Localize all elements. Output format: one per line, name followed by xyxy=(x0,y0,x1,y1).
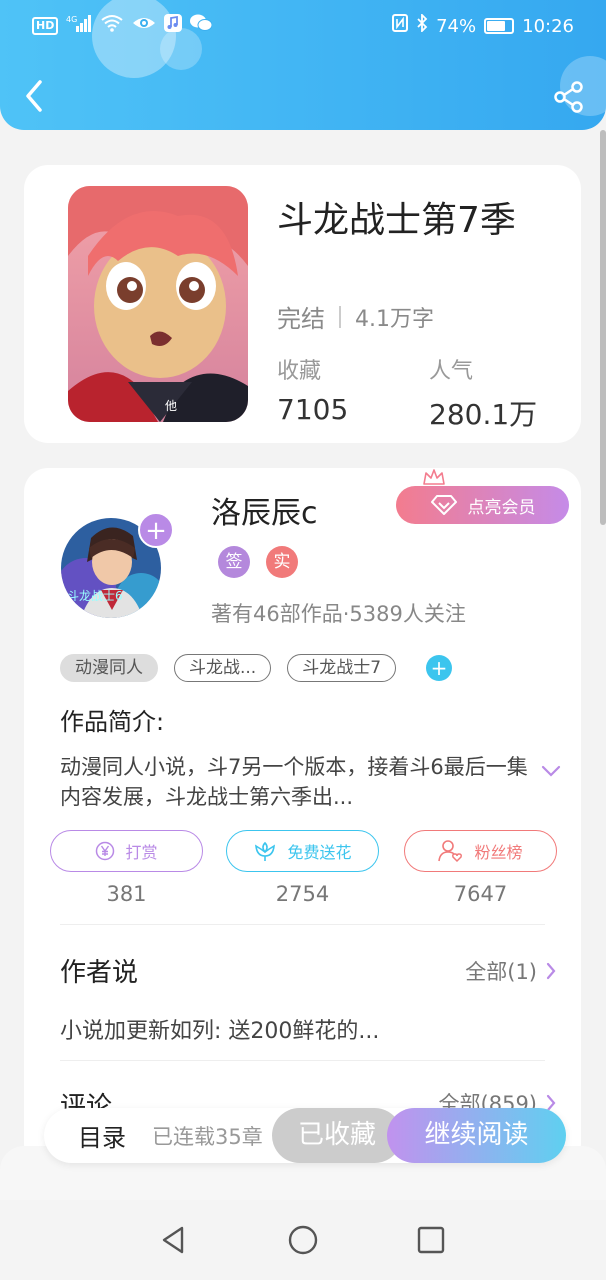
author-say-all-label: 全部(1) xyxy=(465,960,537,984)
reward-button[interactable]: 打赏 xyxy=(50,830,203,872)
signal-icon: 4G xyxy=(66,14,92,38)
share-icon xyxy=(554,81,583,113)
collected-button[interactable]: 已收藏 xyxy=(272,1108,402,1163)
word-count: 4.1万字 xyxy=(355,306,434,332)
author-say-all-link[interactable]: 全部(1) xyxy=(465,956,557,986)
tag-list: 动漫同人 斗龙战... 斗龙战士7 + xyxy=(60,654,453,682)
battery-percent: 74% xyxy=(436,15,477,37)
intro-text: 动漫同人小说，斗7另一个版本，接着斗6最后一集内容发展，斗龙战士第六季出... xyxy=(60,755,528,809)
signed-badge: 签 xyxy=(218,546,250,578)
book-meta: 完结 4.1万字 xyxy=(277,299,434,334)
fan-ranking-label: 粉丝榜 xyxy=(474,843,523,862)
continue-reading-button[interactable]: 继续阅读 xyxy=(387,1108,566,1163)
book-title: 斗龙战士第7季 xyxy=(277,200,516,241)
yen-coin-icon xyxy=(96,841,115,861)
stat-value-collect: 7105 xyxy=(277,393,349,426)
fan-count: 7647 xyxy=(453,882,508,906)
network-label: 4G xyxy=(66,15,77,24)
intro-heading: 作品简介: xyxy=(60,708,165,736)
vip-button[interactable]: 点亮会员 xyxy=(396,486,569,524)
nav-back-button[interactable] xyxy=(156,1222,192,1258)
book-status: 完结 xyxy=(277,305,325,333)
avatar-caption: 斗龙战士6 xyxy=(67,589,123,603)
chevron-right-icon xyxy=(546,962,556,980)
music-icon xyxy=(164,14,183,38)
hd-icon: HD xyxy=(32,17,59,35)
send-flower-button[interactable]: 免费送花 xyxy=(226,830,379,872)
battery-level xyxy=(487,21,505,31)
clock: 10:26 xyxy=(522,15,574,37)
top-header: HD 4G 74% 10:26 xyxy=(0,0,606,130)
diamond-icon xyxy=(430,495,457,515)
fan-ranking-button[interactable]: 粉丝榜 xyxy=(404,830,557,872)
tag-item[interactable]: 动漫同人 xyxy=(60,654,158,682)
reading-action-bar: 目录 已连载35章 已收藏 继续阅读 xyxy=(44,1108,566,1163)
author-card: 斗龙战士6 + 洛辰辰c 点亮会员 签 实 著有46部作品·5389人关注 动漫… xyxy=(24,468,581,1168)
vip-button-label: 点亮会员 xyxy=(467,497,536,518)
add-tag-button[interactable]: + xyxy=(426,655,453,681)
chevron-left-icon xyxy=(26,80,42,112)
reward-count: 381 xyxy=(106,882,147,906)
send-flower-label: 免费送花 xyxy=(287,843,352,862)
reward-button-label: 打赏 xyxy=(125,843,158,862)
cover-caption: 他 xyxy=(165,399,177,413)
flower-count: 2754 xyxy=(275,882,330,906)
verified-badge: 实 xyxy=(266,546,298,578)
stat-value-popularity: 280.1万 xyxy=(429,398,538,431)
section-divider xyxy=(60,1060,545,1061)
wifi-icon xyxy=(100,14,124,38)
stat-label-popularity: 人气 xyxy=(429,359,474,384)
wechat-icon xyxy=(190,14,213,38)
meta-divider xyxy=(339,305,341,328)
chevron-down-icon[interactable] xyxy=(540,764,562,778)
author-stats: 著有46部作品·5389人关注 xyxy=(211,602,466,626)
author-say-text[interactable]: 小说加更新如列: 送200鲜花的... xyxy=(60,1013,379,1045)
serial-info: 已连载35章 xyxy=(152,1125,263,1149)
fan-ranking-icon xyxy=(438,840,463,863)
nav-home-button[interactable] xyxy=(285,1222,321,1258)
nfc-icon xyxy=(392,14,409,38)
battery-icon xyxy=(484,18,515,34)
book-cover[interactable]: 他 xyxy=(68,186,248,422)
crown-icon xyxy=(423,469,445,485)
author-name[interactable]: 洛辰辰c xyxy=(211,488,318,532)
page-scrollbar[interactable] xyxy=(600,130,606,525)
table-of-contents-button[interactable]: 目录 xyxy=(78,1118,126,1153)
follow-author-button[interactable]: + xyxy=(138,512,174,548)
bluetooth-icon xyxy=(416,12,428,38)
status-bar: HD 4G 74% 10:26 xyxy=(0,0,606,52)
tag-item[interactable]: 斗龙战... xyxy=(174,654,272,682)
circle-home-icon xyxy=(288,1225,318,1255)
section-divider xyxy=(60,924,545,925)
nav-recents-button[interactable] xyxy=(413,1222,449,1258)
tag-item[interactable]: 斗龙战士7 xyxy=(287,654,397,682)
square-recents-icon xyxy=(417,1226,445,1254)
share-button[interactable] xyxy=(552,80,586,114)
author-say-heading: 作者说 xyxy=(60,958,139,988)
eye-icon xyxy=(132,14,156,38)
book-info-card: 他 斗龙战士第7季 完结 4.1万字 收藏 7105 人气 280.1万 xyxy=(24,165,581,443)
triangle-back-icon xyxy=(162,1226,184,1254)
system-nav-bar xyxy=(0,1200,606,1280)
back-button[interactable] xyxy=(18,76,52,116)
stat-label-collect: 收藏 xyxy=(277,359,322,384)
flower-icon xyxy=(255,841,276,861)
